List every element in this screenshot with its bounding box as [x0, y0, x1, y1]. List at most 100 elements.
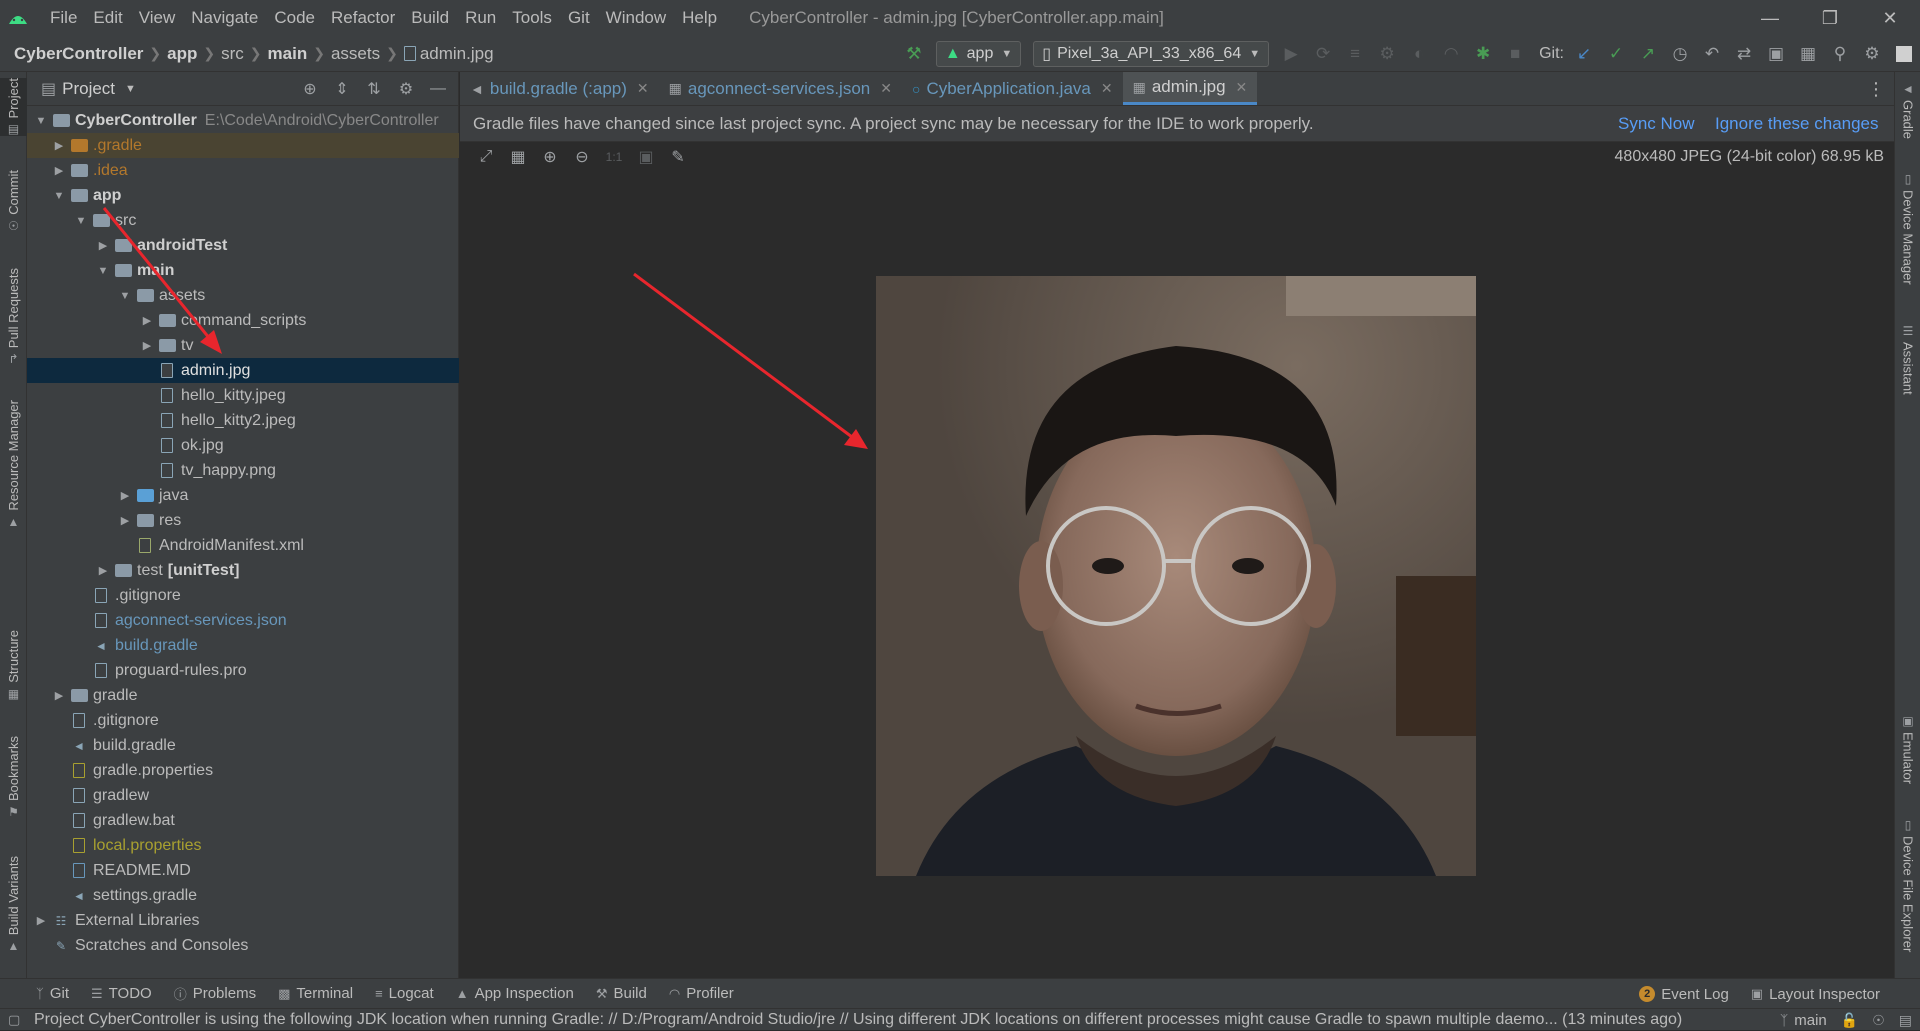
chevron-right-icon[interactable]: ▶: [51, 689, 67, 702]
tree-row-app-gitignore[interactable]: .gitignore: [27, 583, 459, 608]
grid-icon[interactable]: ▦: [502, 142, 534, 172]
tool-tab-gradle[interactable]: ◄ Gradle: [1895, 82, 1920, 139]
tree-row-local-properties[interactable]: local.properties: [27, 833, 459, 858]
chevron-down-icon[interactable]: ▼: [51, 190, 67, 202]
chevron-right-icon[interactable]: ▶: [33, 914, 49, 927]
tree-row-gradlew-bat[interactable]: gradlew.bat: [27, 808, 459, 833]
tool-button-event-log[interactable]: 2 Event Log: [1639, 986, 1729, 1003]
tool-tab-structure[interactable]: Structure ▦: [0, 630, 27, 701]
restore-icon[interactable]: ❐: [1800, 0, 1860, 36]
tree-row-androidtest[interactable]: ▶ androidTest: [27, 233, 459, 258]
tree-row-proguard[interactable]: proguard-rules.pro: [27, 658, 459, 683]
close-tab-icon[interactable]: ✕: [637, 80, 649, 97]
tree-row-agconnect[interactable]: agconnect-services.json: [27, 608, 459, 633]
breadcrumb-file[interactable]: admin.jpg: [420, 44, 494, 64]
tab-admin-jpg[interactable]: ▦ admin.jpg ✕: [1122, 72, 1258, 105]
tree-row-root-gitignore[interactable]: .gitignore: [27, 708, 459, 733]
tree-row-gradle-properties[interactable]: gradle.properties: [27, 758, 459, 783]
menu-code[interactable]: Code: [266, 8, 323, 28]
run-config-select[interactable]: ▲ app ▼: [935, 41, 1022, 67]
fit-window-icon[interactable]: ▣: [630, 142, 662, 172]
tool-button-profiler[interactable]: ◠ Profiler: [669, 985, 734, 1002]
git-commit-icon[interactable]: ✓: [1600, 36, 1632, 72]
rollback-icon[interactable]: ↶: [1696, 36, 1728, 72]
sync-now-link[interactable]: Sync Now: [1618, 106, 1695, 142]
tool-tab-device-file-explorer[interactable]: ▯ Device File Explorer: [1895, 818, 1920, 952]
chevron-right-icon[interactable]: ▶: [139, 314, 155, 327]
tree-row-assets[interactable]: ▼ assets: [27, 283, 459, 308]
more-options-icon[interactable]: ⋮: [1866, 72, 1886, 106]
project-panel-title[interactable]: Project: [62, 79, 115, 99]
avd-manager-icon[interactable]: ▣: [1760, 36, 1792, 72]
run-icon[interactable]: ▶: [1275, 36, 1307, 72]
menu-file[interactable]: File: [42, 8, 85, 28]
ignore-changes-link[interactable]: Ignore these changes: [1715, 106, 1879, 142]
attach-debugger-icon[interactable]: ✱: [1467, 36, 1499, 72]
chevron-right-icon[interactable]: ▶: [95, 239, 111, 252]
menu-navigate[interactable]: Navigate: [183, 8, 266, 28]
tree-row-hello-kitty2[interactable]: hello_kitty2.jpeg: [27, 408, 459, 433]
device-mirror-icon[interactable]: ⇄: [1728, 36, 1760, 72]
chevron-down-icon[interactable]: ▼: [117, 290, 133, 302]
toggle-tool-windows-icon[interactable]: ▢: [8, 1012, 20, 1028]
chevron-down-icon[interactable]: ▼: [33, 115, 49, 127]
minimize-icon[interactable]: —: [1740, 0, 1800, 36]
history-icon[interactable]: ◷: [1664, 36, 1696, 72]
tree-row-res[interactable]: ▶ res: [27, 508, 459, 533]
tree-row-ok-jpg[interactable]: ok.jpg: [27, 433, 459, 458]
tree-row-test[interactable]: ▶ test [unitTest]: [27, 558, 459, 583]
tree-row-command-scripts[interactable]: ▶ command_scripts: [27, 308, 459, 333]
tool-button-layout-inspector[interactable]: ▣ Layout Inspector: [1751, 986, 1880, 1003]
hammer-build-icon[interactable]: ⚒: [898, 36, 930, 72]
status-message[interactable]: Project CyberController is using the fol…: [34, 1011, 1724, 1029]
tree-row-android-manifest[interactable]: AndroidManifest.xml: [27, 533, 459, 558]
breadcrumb-src[interactable]: src: [221, 44, 244, 64]
git-push-icon[interactable]: ↗: [1632, 36, 1664, 72]
close-tab-icon[interactable]: ✕: [1101, 80, 1113, 97]
breadcrumb-app[interactable]: app: [167, 44, 197, 64]
menu-git[interactable]: Git: [560, 8, 598, 28]
tool-button-terminal[interactable]: ▩ Terminal: [278, 985, 353, 1002]
tool-button-logcat[interactable]: ≡ Logcat: [375, 985, 434, 1002]
tree-row-dot-idea[interactable]: ▶ .idea: [27, 158, 459, 183]
tool-button-todo[interactable]: ☰ TODO: [91, 985, 152, 1002]
chevron-right-icon[interactable]: ▶: [51, 164, 67, 177]
menu-view[interactable]: View: [131, 8, 184, 28]
tree-row-main[interactable]: ▼ main: [27, 258, 459, 283]
breadcrumb-main[interactable]: main: [268, 44, 308, 64]
chevron-right-icon[interactable]: ▶: [95, 564, 111, 577]
menu-edit[interactable]: Edit: [85, 8, 130, 28]
tree-row-dot-gradle[interactable]: ▶ .gradle: [27, 133, 459, 158]
chevron-down-icon[interactable]: ▼: [125, 83, 136, 95]
menu-tools[interactable]: Tools: [504, 8, 560, 28]
tool-tab-build-variants[interactable]: Build Variants ▲: [0, 856, 27, 953]
tool-tab-resource-manager[interactable]: Resource Manager ▲: [0, 400, 27, 529]
chevron-down-icon[interactable]: ▼: [95, 265, 111, 277]
chevron-right-icon[interactable]: ▶: [117, 489, 133, 502]
settings-gear-icon[interactable]: ⚙: [390, 72, 422, 106]
menu-help[interactable]: Help: [674, 8, 725, 28]
tree-row-tv[interactable]: ▶ tv: [27, 333, 459, 358]
tool-tab-device-manager[interactable]: ▯ Device Manager: [1895, 172, 1920, 285]
tree-row-readme[interactable]: README.MD: [27, 858, 459, 883]
rerun-icon[interactable]: ⟳: [1307, 36, 1339, 72]
close-tab-icon[interactable]: ✕: [1236, 79, 1248, 96]
tool-tab-bookmarks[interactable]: Bookmarks ⚑: [0, 736, 27, 819]
tool-tab-pull-requests[interactable]: Pull Requests ↱: [0, 268, 27, 366]
tool-tab-assistant[interactable]: ☰ Assistant: [1895, 324, 1920, 395]
tab-build-gradle-app[interactable]: ◄ build.gradle (:app) ✕: [460, 72, 659, 105]
zoom-out-icon[interactable]: ⊖: [566, 142, 598, 172]
tool-tab-emulator[interactable]: ▣ Emulator: [1895, 714, 1920, 784]
debug-icon[interactable]: ⚙: [1371, 36, 1403, 72]
tool-tab-project[interactable]: Project ▤: [0, 78, 27, 137]
tab-agconnect-json[interactable]: ▦ agconnect-services.json ✕: [659, 72, 902, 105]
actual-size-icon[interactable]: 1:1: [598, 142, 630, 172]
close-icon[interactable]: ✕: [1860, 0, 1920, 36]
menu-run[interactable]: Run: [457, 8, 504, 28]
git-branch-widget[interactable]: main: [1794, 1012, 1827, 1029]
sdk-manager-icon[interactable]: ▦: [1792, 36, 1824, 72]
close-tab-icon[interactable]: ✕: [880, 80, 892, 97]
inspection-icon[interactable]: ☉: [1872, 1012, 1885, 1029]
expand-all-icon[interactable]: ⇕: [326, 72, 358, 106]
tree-row-java[interactable]: ▶ java: [27, 483, 459, 508]
